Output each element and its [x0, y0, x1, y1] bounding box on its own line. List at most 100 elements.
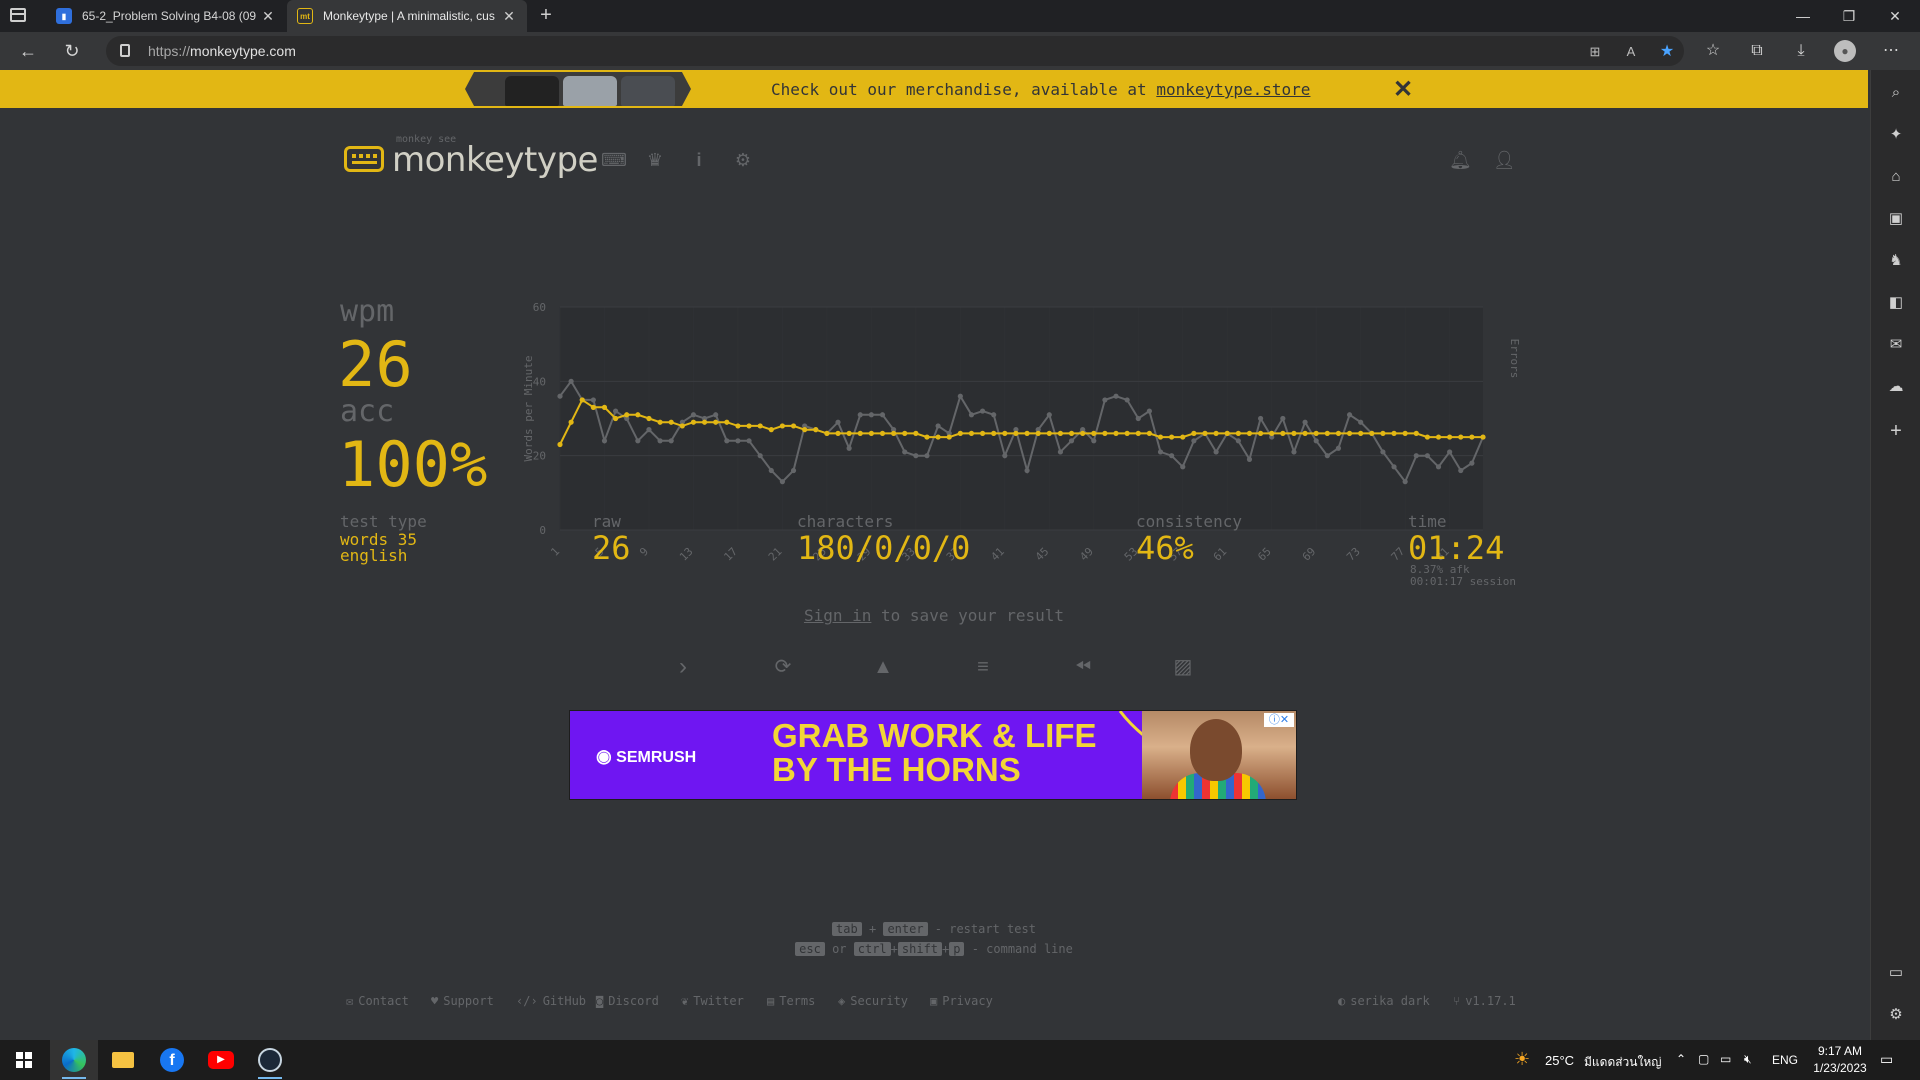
tab-actions-menu-icon[interactable] — [10, 8, 26, 22]
back-button[interactable]: ← — [14, 38, 42, 64]
settings-more-icon[interactable]: ⋯ — [1880, 40, 1902, 62]
profile-avatar-icon[interactable]: ● — [1834, 40, 1856, 62]
replay-button[interactable]: ⏪︎ — [1071, 655, 1095, 679]
footer-terms-link[interactable]: ▤ Terms — [767, 994, 815, 1008]
close-window-button[interactable]: ✕ — [1872, 0, 1918, 32]
favorites-icon[interactable]: ☆ — [1702, 40, 1724, 62]
wpm-point — [1246, 430, 1253, 436]
notifications-bell-icon[interactable]: 🔔︎ — [1449, 150, 1472, 170]
wpm-point — [1135, 430, 1141, 436]
url-field[interactable]: https://monkeytype.com ⊞ A ★ — [106, 36, 1684, 66]
raw-point — [668, 438, 674, 444]
raw-point — [1380, 449, 1386, 455]
palette-icon: ◐ — [1338, 994, 1346, 1008]
footer-privacy-link[interactable]: ▣ Privacy — [930, 994, 993, 1008]
raw-point — [857, 412, 863, 418]
screenshot-button[interactable]: ▨ — [1171, 655, 1195, 679]
ad-close-icon[interactable]: ⓘ✕ — [1264, 713, 1294, 727]
raw-point — [1435, 464, 1442, 470]
collections-icon[interactable]: ⧉ — [1746, 40, 1768, 62]
wpm-point — [1380, 430, 1386, 436]
add-sidebar-app-icon[interactable]: + — [1885, 420, 1907, 442]
raw-point — [868, 412, 874, 418]
footer-twitter-link[interactable]: ❦ Twitter — [681, 994, 744, 1008]
advertisement[interactable]: ◉ SEMRUSH GRAB WORK & LIFE BY THE HORNS … — [569, 710, 1297, 800]
outlook-icon[interactable]: ✉ — [1885, 334, 1907, 356]
close-tab-icon[interactable]: ✕ — [501, 8, 517, 25]
words-history-button[interactable]: ≡ — [971, 655, 995, 679]
report-warning-icon[interactable]: ▲ — [871, 655, 895, 679]
tab-problem-solving[interactable]: ▮ 65-2_Problem Solving B4-08 (09 ✕ — [46, 0, 286, 32]
tab-monkeytype[interactable]: mt Monkeytype | A minimalistic, cus ✕ — [287, 0, 527, 32]
store-link[interactable]: monkeytype.store — [1156, 80, 1310, 99]
office-icon[interactable]: ◧ — [1885, 292, 1907, 314]
close-tab-icon[interactable]: ✕ — [260, 8, 276, 25]
hide-sidebar-icon[interactable]: ▭ — [1885, 962, 1907, 984]
favorite-star-icon[interactable]: ★ — [1658, 43, 1676, 61]
restart-button[interactable]: ⟳ — [771, 655, 795, 679]
input-language[interactable]: ENG — [1772, 1053, 1798, 1067]
clock-time[interactable]: 9:17 AM — [1812, 1044, 1868, 1058]
wpm-point — [813, 427, 819, 433]
weather-temp[interactable]: 25°C — [1545, 1053, 1574, 1068]
about-info-icon[interactable]: i — [689, 150, 709, 170]
raw-point — [957, 393, 963, 399]
next-test-button[interactable]: › — [671, 655, 695, 679]
discover-icon[interactable]: ✦ — [1885, 124, 1907, 146]
drop-icon[interactable]: ☁ — [1885, 376, 1907, 398]
donate-icon: ♥ — [431, 994, 439, 1008]
minimize-button[interactable]: — — [1780, 0, 1826, 32]
footer-theme-button[interactable]: ◐ serika dark — [1338, 994, 1430, 1008]
edge-taskbar-icon[interactable] — [50, 1040, 98, 1080]
downloads-icon[interactable]: ⤓ — [1790, 40, 1812, 62]
new-tab-button[interactable]: + — [534, 4, 558, 28]
tools-briefcase-icon[interactable]: ▣ — [1885, 208, 1907, 230]
raw-point — [1124, 397, 1130, 403]
network-icon[interactable]: ▭ — [1720, 1052, 1731, 1066]
footer-discord-link[interactable]: ◙ Discord — [596, 994, 659, 1008]
restore-button[interactable]: ❐ — [1826, 0, 1872, 32]
start-windows-icon[interactable] — [0, 1040, 48, 1080]
merch-image[interactable] — [465, 72, 691, 106]
wpm-point — [1269, 430, 1275, 436]
test-type-label: test type — [340, 512, 427, 531]
notification-center-icon[interactable]: ▭ — [1880, 1051, 1893, 1068]
footer-version-button[interactable]: ⑂ v1.17.1 — [1453, 994, 1516, 1008]
refresh-button[interactable]: ↻ — [58, 38, 86, 64]
footer-github-link[interactable]: ‹/› GitHub — [516, 994, 586, 1008]
chevron-up-icon[interactable]: ⌃ — [1676, 1052, 1686, 1066]
youtube-icon[interactable]: ▶ — [197, 1040, 245, 1080]
volume-muted-icon[interactable]: 🔇︎ — [1744, 1052, 1752, 1067]
clock-date[interactable]: 1/23/2023 — [1808, 1061, 1872, 1075]
settings-gear-icon[interactable]: ⚙ — [733, 150, 753, 170]
account-user-icon[interactable]: 👤︎ — [1493, 150, 1516, 170]
raw-point — [835, 419, 841, 425]
steam-icon[interactable] — [246, 1040, 294, 1080]
shopping-tag-icon[interactable]: ⌂ — [1885, 166, 1907, 188]
sidebar-settings-gear-icon[interactable]: ⚙ — [1885, 1004, 1907, 1026]
footer-contact-link[interactable]: ✉ Contact — [346, 994, 409, 1008]
weather-condition[interactable]: มีแดดส่วนใหญ่ — [1584, 1053, 1662, 1072]
games-icon[interactable]: ♞ — [1885, 250, 1907, 272]
footer-support-link[interactable]: ♥ Support — [431, 994, 494, 1008]
wpm-point — [624, 412, 630, 418]
wpm-point — [1035, 430, 1041, 436]
lock-icon[interactable] — [120, 44, 130, 57]
wpm-point — [1202, 430, 1208, 436]
footer-security-link[interactable]: ◈ Security — [838, 994, 908, 1008]
leaderboard-crown-icon[interactable]: ♛ — [645, 150, 665, 170]
signin-link[interactable]: Sign in — [804, 606, 871, 625]
search-icon[interactable]: ⌕ — [1885, 82, 1907, 104]
raw-point — [646, 427, 652, 433]
wpm-point — [946, 434, 952, 440]
close-banner-icon[interactable]: ✕ — [1393, 75, 1413, 104]
app-available-icon[interactable]: ⊞ — [1586, 43, 1604, 61]
file-explorer-icon[interactable] — [99, 1040, 147, 1080]
wpm-point — [1458, 434, 1464, 440]
raw-point — [1302, 419, 1308, 425]
read-aloud-icon[interactable]: A — [1622, 43, 1640, 61]
keyboard-icon[interactable]: ⌨ — [601, 150, 627, 170]
facebook-icon[interactable]: f — [148, 1040, 196, 1080]
meet-now-icon[interactable]: ▢ — [1698, 1052, 1709, 1066]
wpm-point — [579, 397, 585, 403]
